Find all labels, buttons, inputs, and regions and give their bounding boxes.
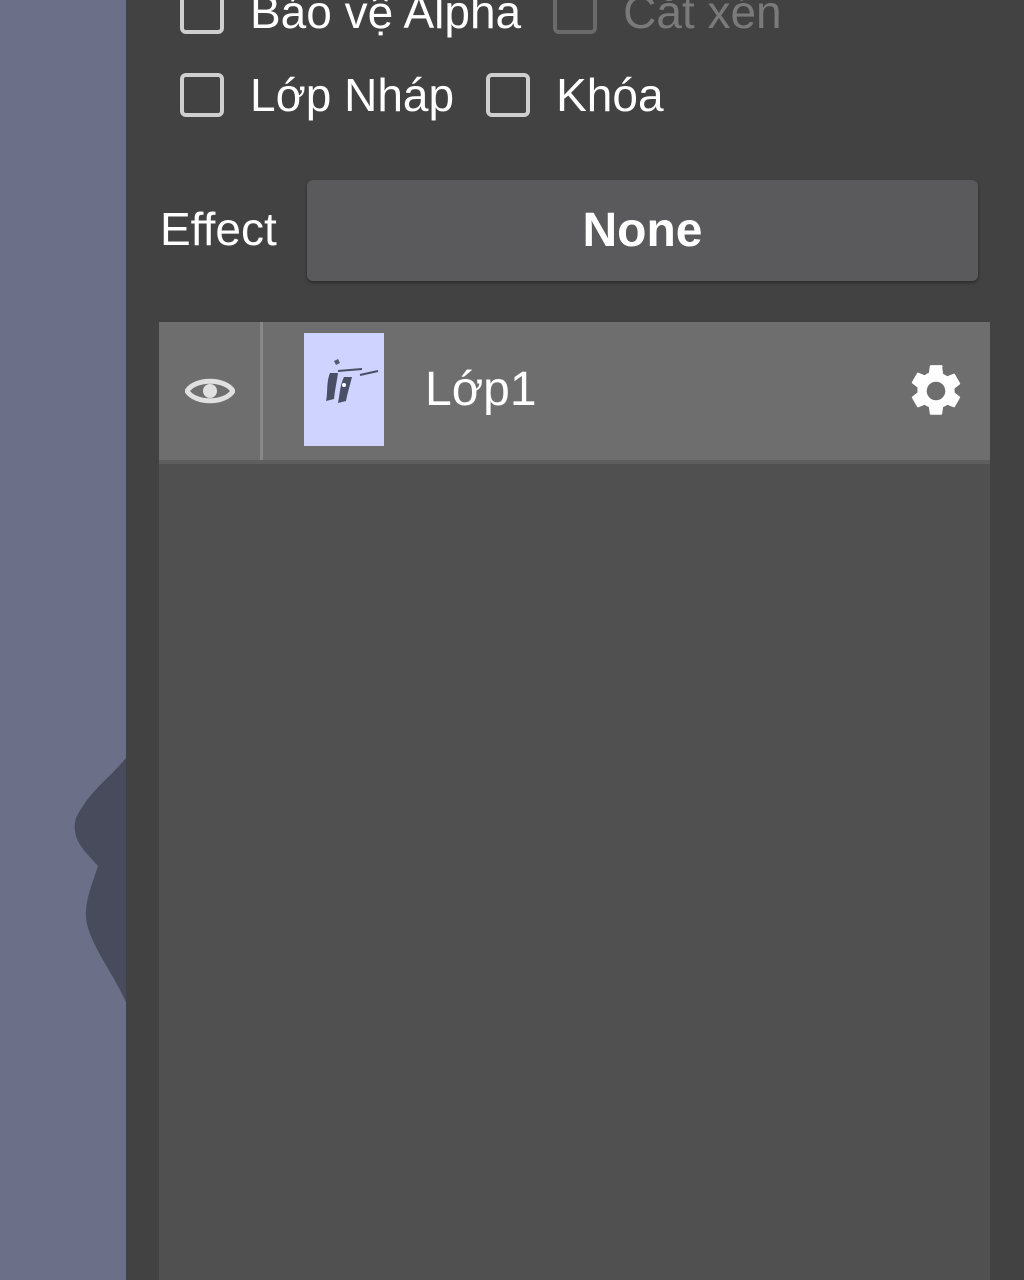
lock-checkbox[interactable]	[486, 73, 531, 117]
option-row-2: Lớp Nháp Khóa	[180, 65, 696, 125]
draft-layer-checkbox[interactable]	[180, 73, 224, 117]
visibility-toggle[interactable]	[159, 322, 263, 460]
gear-icon[interactable]	[905, 360, 967, 422]
layer-row[interactable]: Lớp1	[159, 322, 990, 464]
clipping-checkbox[interactable]	[553, 0, 598, 34]
option-row-1: Bảo vệ Alpha Cắt xén	[180, 0, 814, 42]
layer-thumbnail[interactable]	[304, 333, 384, 446]
layer-list[interactable]: Lớp1	[159, 322, 990, 1280]
layer-panel: Bảo vệ Alpha Cắt xén Lớp Nháp Khóa Effec…	[126, 0, 1024, 1280]
drawing-canvas[interactable]	[0, 0, 126, 1280]
effect-label: Effect	[160, 203, 277, 255]
clipping-option[interactable]: Cắt xén	[553, 0, 782, 39]
eye-icon	[184, 378, 235, 404]
clipping-label: Cắt xén	[623, 0, 782, 38]
canvas-brush-strokes	[74, 758, 126, 1002]
effect-select-button[interactable]: None	[307, 180, 978, 281]
thumbnail-art	[326, 359, 379, 403]
protect-alpha-option[interactable]: Bảo vệ Alpha	[180, 0, 521, 39]
protect-alpha-checkbox[interactable]	[180, 0, 224, 34]
lock-label: Khóa	[556, 69, 664, 121]
lock-option[interactable]: Khóa	[486, 68, 664, 122]
draft-layer-option[interactable]: Lớp Nháp	[180, 68, 454, 122]
protect-alpha-label: Bảo vệ Alpha	[250, 0, 522, 38]
draft-layer-label: Lớp Nháp	[250, 69, 455, 121]
layer-name: Lớp1	[425, 363, 537, 416]
